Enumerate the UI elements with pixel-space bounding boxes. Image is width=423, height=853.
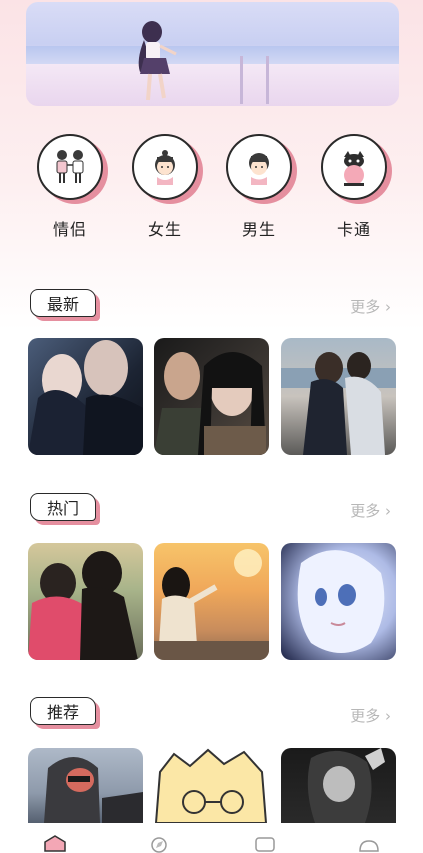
boy-icon — [249, 153, 269, 185]
couple-icon — [56, 150, 84, 183]
girl-icon — [155, 150, 175, 185]
wallpaper-thumbnail[interactable] — [281, 543, 396, 660]
category-label: 女生 — [147, 220, 182, 239]
cartoon-cat-icon — [344, 151, 364, 186]
profile-icon[interactable] — [356, 835, 382, 853]
category-couple[interactable]: 情侣 — [30, 134, 110, 240]
category-label: 卡通 — [336, 220, 371, 239]
wallpaper-thumbnail[interactable] — [28, 338, 143, 455]
section-title-hot: 热门 — [30, 493, 100, 525]
banner-ladder-rail — [240, 56, 243, 104]
section-title-latest: 最新 — [30, 289, 100, 321]
category-boy[interactable]: 男生 — [219, 134, 299, 240]
bottom-navigation — [0, 823, 423, 853]
wallpaper-thumbnail[interactable] — [281, 748, 396, 823]
wallpaper-thumbnail[interactable] — [154, 338, 269, 455]
category-label: 男生 — [241, 220, 276, 239]
banner-ladder-rail — [266, 56, 269, 104]
category-girl[interactable]: 女生 — [125, 134, 205, 240]
wallpaper-thumbnail[interactable] — [281, 338, 396, 455]
category-icon[interactable] — [252, 835, 278, 853]
more-link-hot[interactable]: 更多 › — [350, 500, 391, 521]
top-banner-image[interactable] — [26, 2, 399, 106]
discover-icon[interactable] — [146, 835, 172, 853]
wallpaper-thumbnail[interactable] — [154, 543, 269, 660]
banner-ledge — [26, 64, 399, 106]
banner-girl-figure — [138, 21, 177, 101]
category-cartoon[interactable]: 卡通 — [314, 134, 394, 240]
home-icon[interactable] — [42, 835, 68, 853]
wallpaper-thumbnail[interactable] — [154, 748, 269, 823]
more-link-latest[interactable]: 更多 › — [350, 296, 391, 317]
category-label: 情侣 — [52, 220, 87, 239]
wallpaper-thumbnail[interactable] — [28, 543, 143, 660]
more-link-recommended[interactable]: 更多 › — [350, 705, 391, 726]
wallpaper-thumbnail[interactable] — [28, 748, 143, 823]
section-title-recommended: 推荐 — [30, 697, 100, 729]
